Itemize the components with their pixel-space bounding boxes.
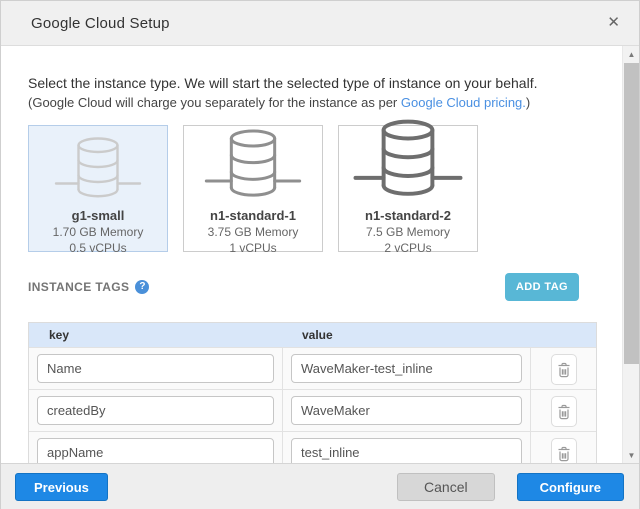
instance-tags-bar: INSTANCE TAGS ? ADD TAG bbox=[28, 273, 579, 300]
delete-tag-button[interactable] bbox=[551, 438, 577, 463]
configure-button[interactable]: Configure bbox=[517, 473, 624, 501]
instance-card-g1-small[interactable]: g1-small 1.70 GB Memory 0.5 vCPUs bbox=[28, 125, 168, 252]
key-cell bbox=[29, 348, 282, 389]
actions-cell bbox=[530, 432, 596, 463]
close-icon[interactable]: ✕ bbox=[604, 12, 623, 33]
add-tag-button[interactable]: ADD TAG bbox=[505, 273, 579, 301]
instance-name: g1-small bbox=[72, 208, 125, 223]
trash-icon bbox=[557, 404, 571, 420]
instance-tags-label: INSTANCE TAGS bbox=[28, 280, 129, 294]
instance-card-n1-standard-2[interactable]: n1-standard-2 7.5 GB Memory 2 vCPUs bbox=[338, 125, 478, 252]
column-header-key: key bbox=[29, 328, 282, 342]
tag-value-input[interactable] bbox=[291, 354, 522, 383]
intro-text: Select the instance type. We will start … bbox=[28, 74, 579, 93]
dialog-header: Google Cloud Setup ✕ bbox=[1, 1, 639, 46]
instance-memory: 3.75 GB Memory bbox=[208, 225, 299, 239]
table-row bbox=[29, 431, 596, 463]
scroll-up-arrow-icon[interactable]: ▲ bbox=[623, 46, 639, 62]
dialog-title: Google Cloud Setup bbox=[31, 15, 170, 32]
tag-key-input[interactable] bbox=[37, 354, 274, 383]
delete-tag-button[interactable] bbox=[551, 396, 577, 427]
dialog-footer: Previous Cancel Configure bbox=[1, 463, 639, 509]
dialog-body: Select the instance type. We will start … bbox=[1, 46, 639, 463]
database-icon bbox=[203, 126, 303, 206]
google-cloud-setup-dialog: Google Cloud Setup ✕ Select the instance… bbox=[0, 0, 640, 509]
intro-subtext-suffix: ) bbox=[526, 95, 530, 110]
value-cell bbox=[282, 348, 530, 389]
intro-subtext: (Google Cloud will charge you separately… bbox=[28, 93, 579, 112]
cancel-button[interactable]: Cancel bbox=[397, 473, 495, 501]
delete-tag-button[interactable] bbox=[551, 354, 577, 385]
tag-value-input[interactable] bbox=[291, 396, 522, 425]
database-icon bbox=[351, 126, 465, 206]
instance-card-n1-standard-1[interactable]: n1-standard-1 3.75 GB Memory 1 vCPUs bbox=[183, 125, 323, 252]
instance-memory: 1.70 GB Memory bbox=[53, 225, 144, 239]
table-row bbox=[29, 389, 596, 431]
trash-icon bbox=[557, 362, 571, 378]
help-icon[interactable]: ? bbox=[135, 280, 149, 294]
tag-key-input[interactable] bbox=[37, 396, 274, 425]
scroll-down-arrow-icon[interactable]: ▼ bbox=[623, 447, 639, 463]
actions-cell bbox=[530, 348, 596, 389]
previous-button[interactable]: Previous bbox=[15, 473, 108, 501]
instance-vcpus: 2 vCPUs bbox=[384, 241, 431, 255]
trash-icon bbox=[557, 446, 571, 462]
table-header-row: key value bbox=[29, 323, 596, 347]
actions-cell bbox=[530, 390, 596, 431]
pricing-link[interactable]: Google Cloud pricing. bbox=[401, 95, 526, 110]
vertical-scrollbar[interactable]: ▲ ▼ bbox=[622, 46, 639, 463]
value-cell bbox=[282, 432, 530, 463]
instance-type-list: g1-small 1.70 GB Memory 0.5 vCPUs n1-sta… bbox=[28, 125, 579, 252]
tag-value-input[interactable] bbox=[291, 438, 522, 463]
instance-memory: 7.5 GB Memory bbox=[366, 225, 450, 239]
instance-tags-table: key value bbox=[28, 322, 597, 463]
database-icon bbox=[52, 126, 144, 206]
value-cell bbox=[282, 390, 530, 431]
column-header-value: value bbox=[282, 328, 530, 342]
instance-tags-label-group: INSTANCE TAGS ? bbox=[28, 280, 149, 294]
scrollbar-thumb[interactable] bbox=[624, 63, 639, 364]
instance-name: n1-standard-1 bbox=[210, 208, 296, 223]
key-cell bbox=[29, 432, 282, 463]
table-row bbox=[29, 347, 596, 389]
instance-name: n1-standard-2 bbox=[365, 208, 451, 223]
intro-subtext-prefix: (Google Cloud will charge you separately… bbox=[28, 95, 401, 110]
tag-key-input[interactable] bbox=[37, 438, 274, 463]
instance-vcpus: 0.5 vCPUs bbox=[69, 241, 126, 255]
instance-vcpus: 1 vCPUs bbox=[229, 241, 276, 255]
key-cell bbox=[29, 390, 282, 431]
